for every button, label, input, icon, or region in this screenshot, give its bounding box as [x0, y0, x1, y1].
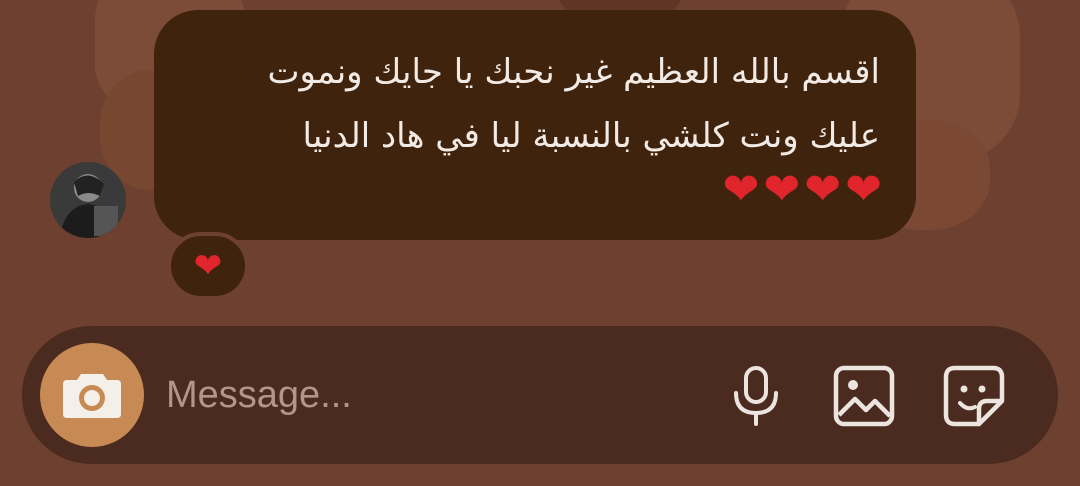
gallery-button[interactable]	[832, 364, 896, 428]
microphone-icon	[734, 366, 778, 426]
message-composer	[22, 326, 1058, 464]
heart-emoji: ❤	[722, 164, 760, 215]
heart-emoji: ❤	[804, 164, 842, 215]
message-input[interactable]	[166, 366, 686, 424]
camera-button[interactable]	[40, 343, 144, 447]
reaction-heart-emoji: ❤	[193, 246, 223, 286]
avatar-photo-icon	[50, 162, 126, 238]
sender-avatar[interactable]	[50, 162, 126, 238]
sticker-icon	[943, 365, 1005, 427]
image-icon	[833, 365, 895, 427]
message-text: اقسم بالله العظيم غير نحبك يا جايك ونموت…	[180, 40, 880, 168]
microphone-button[interactable]	[724, 364, 788, 428]
message-reaction[interactable]: ❤	[167, 232, 249, 300]
heart-emoji: ❤	[845, 164, 882, 215]
message-bubble[interactable]: اقسم بالله العظيم غير نحبك يا جايك ونموت…	[154, 10, 916, 240]
message-line-1: اقسم بالله العظيم غير نحبك يا جايك ونموت	[267, 52, 880, 92]
message-hearts: ❤ ❤ ❤ ❤	[723, 166, 883, 214]
camera-icon	[63, 374, 121, 418]
sticker-button[interactable]	[942, 364, 1006, 428]
heart-emoji: ❤	[763, 164, 801, 215]
message-line-2: عليك ونت كلشي بالنسبة ليا في هاد الدنيا	[302, 116, 881, 156]
